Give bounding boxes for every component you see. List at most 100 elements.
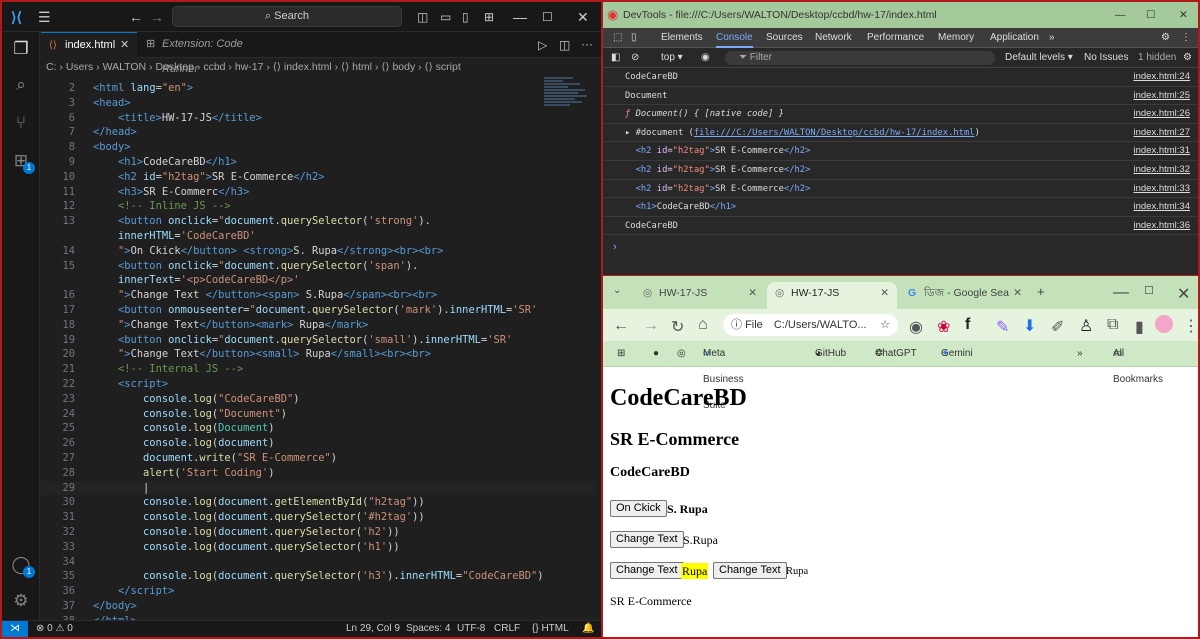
minimize-icon[interactable]: — [1115,2,1126,28]
browser-tab-3[interactable]: G ডিজ - Google Sea ✕ [900,282,1030,309]
console-source-link[interactable]: index.html:34 [1133,198,1190,216]
encoding[interactable]: UTF-8 [457,621,485,637]
bookmark-icon-2[interactable]: ◎ [677,341,686,367]
code-line[interactable]: 22 <script> [41,377,596,392]
end-of-line[interactable]: CRLF [494,621,520,637]
code-line[interactable]: 20 ">Change Text</button><small> Rupa</s… [41,347,596,362]
console-settings-icon[interactable]: ⚙ [1183,48,1192,68]
tab-console[interactable]: Console [716,28,753,48]
tab-memory[interactable]: Memory [938,28,974,48]
new-tab-icon[interactable]: + [1037,284,1045,299]
sidebar-icon[interactable]: ▮ [1135,317,1144,337]
reload-icon[interactable]: ↻ [671,317,684,337]
console-source-link[interactable]: index.html:31 [1133,142,1190,160]
chrome-menu-icon[interactable]: ⋮ [1183,316,1198,336]
code-line[interactable]: 10 <h2 id="h2tag">SR E-Commerce</h2> [41,170,596,185]
address-bar[interactable]: ⓘ File C:/Users/WALTO... ☆ [723,314,898,336]
code-line[interactable]: 13 <button onclick="document.querySelect… [41,214,596,229]
issues-indicator[interactable]: No Issues [1084,48,1128,68]
indentation[interactable]: Spaces: 4 [406,621,450,637]
console-message[interactable]: ▸ #document (file:///C:/Users/WALTON/Des… [603,124,1198,143]
command-search[interactable]: ⌕ Search [172,6,402,27]
code-editor[interactable]: 2 <html lang="en"> 3 <head> 6 <title>HW-17-J… [41,75,601,627]
apps-grid-icon[interactable]: ⊞ [617,341,625,367]
bookmark-star-icon[interactable]: ☆ [880,314,890,336]
change-text-button-3[interactable]: Change Text [713,562,787,579]
console-source-link[interactable]: index.html:24 [1133,68,1190,86]
inspect-element-icon[interactable]: ⬚ [613,28,622,48]
code-line[interactable]: 32 console.log(document.querySelector('h… [41,525,596,540]
code-line[interactable]: 16 ">Change Text </button><span> S.Rupa<… [41,288,596,303]
problems-indicator[interactable]: ⊗ 0 ⚠ 0 [36,621,73,637]
console-message[interactable]: ƒ Document() { [native code] } index.html… [603,105,1198,124]
console-prompt[interactable]: › [613,241,617,253]
code-line[interactable]: 35 console.log(document.querySelector('h… [41,569,596,584]
code-line[interactable]: 6 <title>HW-17-JS</title> [41,111,596,126]
source-control-icon[interactable]: ⑂ [10,112,32,134]
breadcrumb[interactable]: C: › Users › WALTON › Desktop › ccbd › h… [46,59,596,75]
language-mode[interactable]: {} HTML [532,621,569,637]
code-line[interactable]: 2 <html lang="en"> [41,81,596,96]
minimap[interactable] [544,76,592,126]
code-line[interactable]: 9 <h1>CodeCareBD</h1> [41,155,596,170]
code-line[interactable]: 27 document.write("SR E-Commerce") [41,451,596,466]
tab-sources[interactable]: Sources [766,28,803,48]
back-icon[interactable]: ← [613,317,629,335]
code-line[interactable]: 37 </body> [41,599,596,614]
code-line[interactable]: 26 console.log(document) [41,436,596,451]
code-line[interactable]: 18 ">Change Text</button><mark> Rupa</ma… [41,318,596,333]
menu-icon[interactable]: ☰ [38,8,51,26]
change-text-button-2[interactable]: Change Text [610,562,684,579]
screenshot-icon[interactable]: ◉ [909,317,923,337]
console-source-link[interactable]: index.html:27 [1133,124,1190,142]
tab-search-icon[interactable]: ⌄ [613,285,621,296]
close-window-icon[interactable]: ✕ [1177,284,1190,304]
extensions-puzzle-icon[interactable]: ⧉ [1107,316,1118,334]
tab-performance[interactable]: Performance [867,28,924,48]
code-line[interactable]: 14 ">On Ckick</button> <strong>S. Rupa</… [41,244,596,259]
browser-tab-1[interactable]: ◎ HW-17-JS ✕ [635,282,765,309]
cursor-position[interactable]: Ln 29, Col 9 [346,621,400,637]
toggle-panel-icon[interactable]: ▭ [440,8,451,26]
close-window-icon[interactable]: ✕ [577,8,589,26]
close-tab-icon[interactable]: ✕ [120,33,129,58]
code-line[interactable]: 17 <button onmouseenter="document.queryS… [41,303,596,318]
code-line[interactable]: 28 alert('Start Coding') [41,466,596,481]
customize-layout-icon[interactable]: ⊞ [484,8,494,26]
sidebar-toggle-icon[interactable]: ◧ [611,48,620,68]
console-message[interactable]: CodeCareBD index.html:36 [603,217,1198,236]
code-line[interactable]: 11 <h3>SR E-Commerc</h3> [41,185,596,200]
code-line[interactable]: 19 <button onclick="document.querySelect… [41,333,596,348]
search-icon[interactable]: ⌕ [10,74,32,96]
close-tab-icon[interactable]: ✕ [1013,282,1022,304]
clear-console-icon[interactable]: ⊘ [631,48,639,68]
code-line[interactable]: 34 [41,555,596,570]
more-actions-icon[interactable]: ··· [581,37,593,51]
toggle-secondary-sidebar-icon[interactable]: ▯ [462,8,469,26]
code-line[interactable]: 24 console.log("Document") [41,407,596,422]
tab-elements[interactable]: Elements [661,28,703,48]
code-line[interactable]: 29 | [41,480,596,496]
on-click-button[interactable]: On Ckick [610,500,667,517]
more-tabs-icon[interactable]: » [1049,28,1055,48]
console-filter-input[interactable]: ⏷ Filter [725,51,995,65]
console-message[interactable]: <h2 id="h2tag">SR E-Commerce</h2> index.h… [603,142,1198,161]
console-source-link[interactable]: index.html:32 [1133,161,1190,179]
code-line[interactable]: 12 <!-- Inline JS --> [41,199,596,214]
log-levels-dropdown[interactable]: Default levels ▾ [1005,48,1073,68]
code-line[interactable]: 36 </script> [41,584,596,599]
context-select[interactable]: top ▾ [661,48,683,68]
console-message[interactable]: CodeCareBD index.html:24 [603,68,1198,87]
minimize-icon[interactable]: — [1113,284,1129,302]
copilot-icon[interactable]: ◫ [417,8,428,26]
close-window-icon[interactable]: ✕ [1179,2,1188,28]
code-line[interactable]: innerHTML='CodeCareBD' [41,229,596,244]
console-source-link[interactable]: index.html:25 [1133,87,1190,105]
notifications-icon[interactable]: 🔔 [582,621,594,637]
font-extension-icon[interactable]: f [965,316,970,334]
more-bookmarks-icon[interactable]: » [1077,341,1083,367]
console-message[interactable]: <h2 id="h2tag">SR E-Commerce</h2> index.h… [603,161,1198,180]
code-line[interactable]: 23 console.log("CodeCareBD") [41,392,596,407]
person-extension-icon[interactable]: ♙ [1079,316,1093,336]
code-line[interactable]: 8 <body> [41,140,596,155]
